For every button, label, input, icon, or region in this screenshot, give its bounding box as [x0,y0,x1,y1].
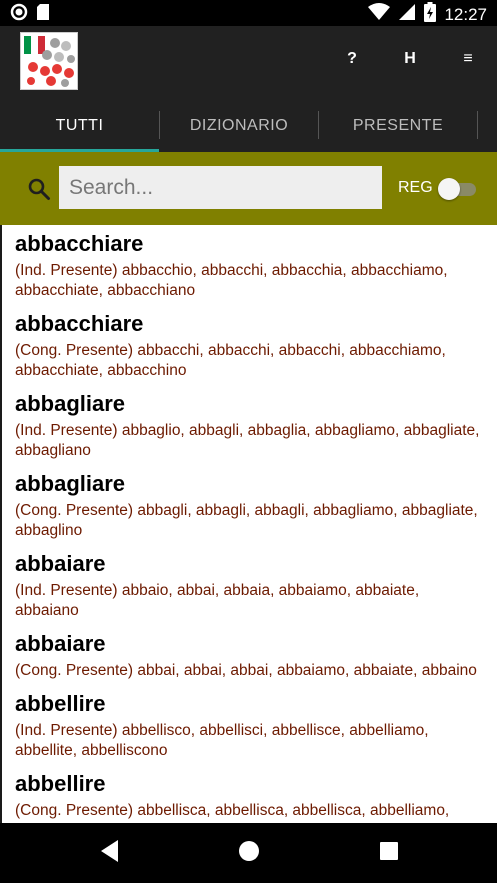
tab-presente[interactable]: PRESENTE [319,100,477,152]
verb-forms: (Cong. Presente) abbagli, abbagli, abbag… [15,502,478,539]
verb-title: abbagliare [15,471,126,496]
help-button[interactable]: ? [337,50,367,68]
recents-icon[interactable] [378,837,402,870]
reg-toggle-thumb [438,178,460,200]
verb-title: abbellire [15,771,106,796]
tab-bar: TUTTI DIZIONARIO PRESENTE [0,100,497,152]
verb-forms: (Cong. Presente) abbellisca, abbellisca,… [15,802,450,823]
status-time: 12:27 [444,4,487,24]
verb-forms: (Ind. Presente) abbaio, abbai, abbaia, a… [15,582,420,619]
sd-card-icon [36,3,50,26]
tab-dizionario[interactable]: DIZIONARIO [160,100,318,152]
verb-forms: (Cong. Presente) abbacchi, abbacchi, abb… [15,342,446,379]
results-list[interactable]: abbacchiare (Ind. Presente) abbacchio, a… [0,225,497,823]
navigation-bar [0,823,497,883]
app-logo[interactable] [20,32,78,90]
verb-title: abbaiare [15,631,106,656]
signal-icon [398,3,416,26]
list-item[interactable]: abbellire (Cong. Presente) abbellisca, a… [2,765,497,823]
history-button[interactable]: H [395,50,425,68]
list-item[interactable]: abbacchiare (Ind. Presente) abbacchio, a… [2,225,497,305]
verb-title: abbaiare [15,551,106,576]
wifi-icon [368,3,391,26]
verb-forms: (Ind. Presente) abbellisco, abbellisci, … [15,722,429,759]
list-item[interactable]: abbaiare (Ind. Presente) abbaio, abbai, … [2,545,497,625]
search-bar: REG [0,152,497,225]
verb-forms: (Ind. Presente) abbacchio, abbacchi, abb… [15,262,448,299]
search-icon [27,177,51,206]
verb-title: abbacchiare [15,231,144,256]
status-bar: 12:27 [0,0,497,26]
list-item[interactable]: abbaiare (Cong. Presente) abbai, abbai, … [2,625,497,685]
list-item[interactable]: abbacchiare (Cong. Presente) abbacchi, a… [2,305,497,385]
list-item[interactable]: abbagliare (Ind. Presente) abbaglio, abb… [2,385,497,465]
home-icon[interactable] [238,837,262,870]
verb-title: abbacchiare [15,311,144,336]
verb-title: abbagliare [15,391,126,416]
list-item[interactable]: abbagliare (Cong. Presente) abbagli, abb… [2,465,497,545]
search-input[interactable] [59,166,382,209]
verb-forms: (Cong. Presente) abbai, abbai, abbai, ab… [15,662,477,679]
app-bar: ? H ≡ TUTTI DIZIONARIO PRESENTE [0,26,497,152]
menu-button[interactable]: ≡ [453,50,483,68]
reg-toggle[interactable] [438,176,478,202]
notification-circle-icon [10,3,28,26]
reg-label: REG [398,179,433,196]
list-item[interactable]: abbellire (Ind. Presente) abbellisco, ab… [2,685,497,765]
verb-title: abbellire [15,691,106,716]
tab-tutti[interactable]: TUTTI [0,100,159,152]
verb-forms: (Ind. Presente) abbaglio, abbagli, abbag… [15,422,480,459]
back-icon[interactable] [98,837,122,870]
battery-charging-icon [424,2,437,27]
tab-divider [477,111,478,139]
